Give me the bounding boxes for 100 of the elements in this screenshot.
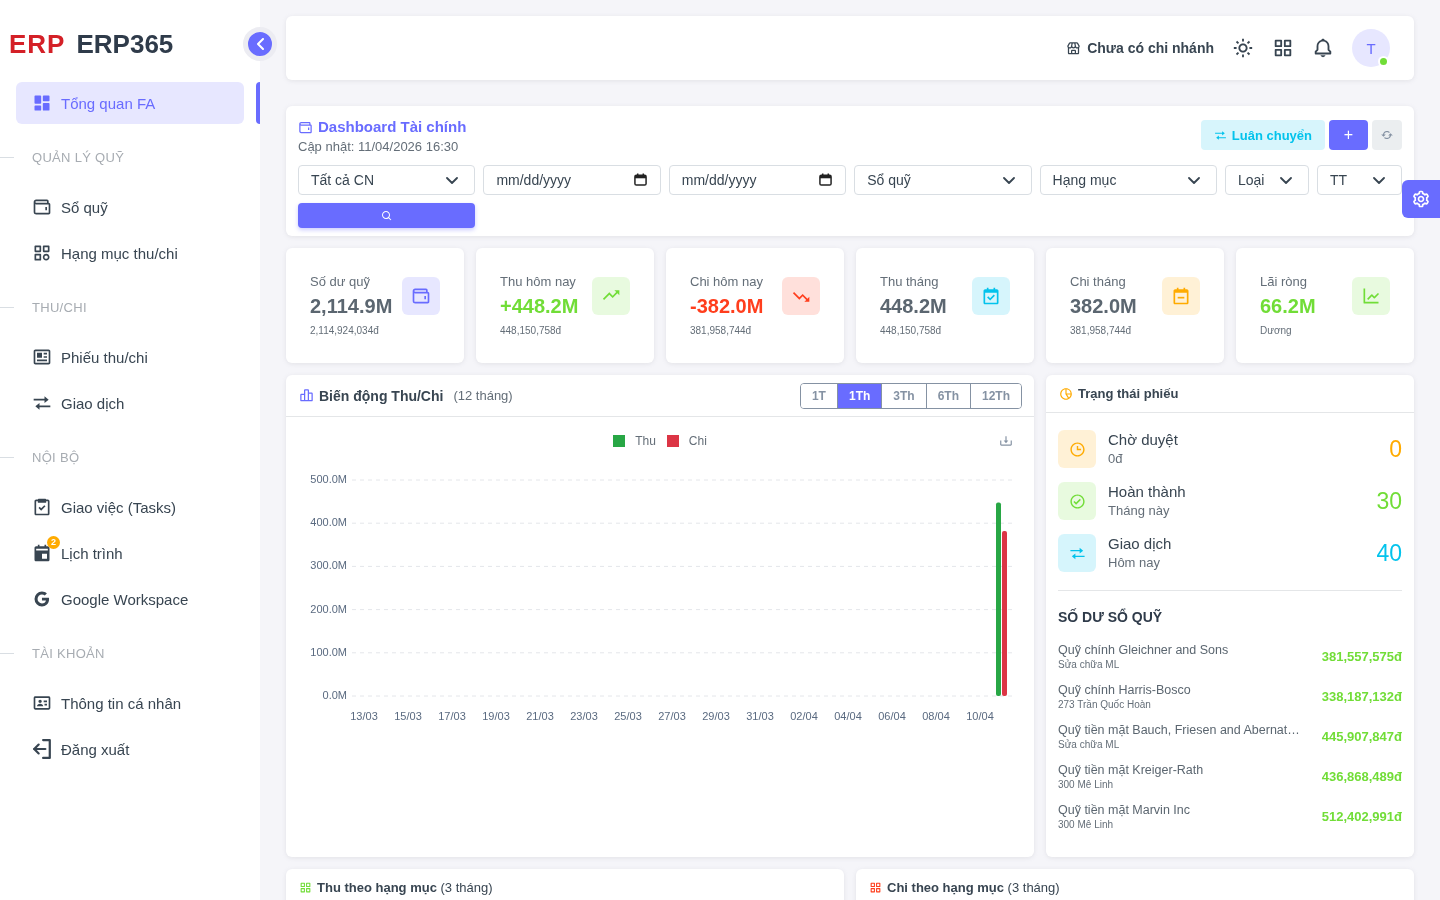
stat-value: 2,114.9M <box>310 294 393 319</box>
grid-icon[interactable] <box>1272 37 1294 59</box>
page-title: Dashboard Tài chính <box>318 118 467 136</box>
section-title: TÀI KHOẢN <box>32 645 105 661</box>
status-label: Chờ duyệt <box>1108 430 1178 450</box>
nav-item[interactable]: Thông tin cá nhân <box>16 682 244 724</box>
axis-label: 19/03 <box>482 709 510 722</box>
branch-selector[interactable]: Chưa có chi nhánh <box>1066 40 1214 56</box>
status-detail: Hôm nay <box>1108 554 1162 572</box>
axis-label: 08/04 <box>922 709 950 722</box>
axis-label: 0.0M <box>322 688 347 701</box>
brand-name: ERP365 <box>76 31 174 57</box>
fund-name: Quỹ tiền mặt Marvin Inc <box>1058 802 1190 818</box>
stat-detail: 2,114,924,034đ <box>310 324 380 338</box>
filter-select[interactable]: Hạng mục <box>1039 165 1217 195</box>
chevron-left-icon <box>256 38 264 50</box>
status-label: Hoàn thành <box>1108 482 1186 502</box>
active-indicator <box>256 82 260 124</box>
g-logo-icon <box>32 589 52 609</box>
card-title: Thu theo hạng mục (3 tháng) <box>317 881 493 895</box>
status-detail: Tháng này <box>1108 502 1171 520</box>
calendar-icon[interactable] <box>633 173 647 186</box>
category-icon <box>32 243 52 263</box>
fund-name: Quỹ chính Gleichner and Sons <box>1058 642 1229 658</box>
axis-label: 27/03 <box>658 709 686 722</box>
legend-label: Thu <box>635 434 656 448</box>
stat-value: 66.2M <box>1260 294 1316 319</box>
fund-note: Sửa chữa ML <box>1058 658 1121 671</box>
stat-detail: 381,958,744đ <box>690 324 753 338</box>
stat-label: Số dư quỹ <box>310 274 372 290</box>
search-icon <box>380 209 393 222</box>
range-tab[interactable]: 1Th <box>836 383 882 408</box>
collapse-button[interactable] <box>243 27 277 61</box>
axis-label: 13/03 <box>350 709 378 722</box>
refresh-icon <box>1380 128 1394 142</box>
settings-button[interactable] <box>1402 180 1440 218</box>
calendar-icon <box>32 543 52 563</box>
filter-select[interactable]: Tất cả CN <box>298 165 476 195</box>
chart-title: Biến động Thu/Chi <box>319 387 444 404</box>
fund-name: Quỹ tiền mặt Bauch, Friesen and Abernat… <box>1058 722 1300 738</box>
status-count: 30 <box>1376 487 1402 515</box>
status-detail: 0đ <box>1108 450 1124 468</box>
stat-value: +448.2M <box>500 294 579 319</box>
filter-select[interactable]: Sổ quỹ <box>854 165 1032 195</box>
download-icon[interactable] <box>999 434 1013 448</box>
nav-item[interactable]: Hạng mục thu/chi <box>16 232 244 274</box>
axis-label: 31/03 <box>746 709 774 722</box>
fund-note: 300 Mê Linh <box>1058 778 1115 791</box>
stat-detail: Dương <box>1260 324 1293 338</box>
chart-period: (12 tháng) <box>453 388 513 403</box>
chevron-down-icon <box>1280 176 1292 184</box>
fund-note: 300 Mê Linh <box>1058 818 1115 831</box>
nav-item[interactable]: Giao việc (Tasks) <box>16 486 244 528</box>
axis-label: 300.0M <box>310 559 347 572</box>
fund-balance: 381,557,575đ <box>1321 649 1402 664</box>
nav-item[interactable]: Giao dịch <box>16 382 244 424</box>
card-title: Chi theo hạng mục (3 tháng) <box>887 881 1060 895</box>
nav-item[interactable]: Phiếu thu/chi <box>16 336 244 378</box>
date-input[interactable]: mm/dd/yyyy <box>668 165 847 195</box>
document-icon <box>32 347 52 367</box>
clipboard-check-icon <box>32 497 52 517</box>
date-input[interactable]: mm/dd/yyyy <box>483 165 661 195</box>
stat-detail: 381,958,744đ <box>1070 324 1133 338</box>
legend-label: Chi <box>688 434 707 448</box>
dashboard-icon <box>32 93 52 113</box>
fund-balance: 512,402,991đ <box>1321 809 1402 824</box>
nav-item[interactable]: Đăng xuất <box>16 728 244 770</box>
nav-item[interactable]: 2 Lịch trình <box>16 532 244 574</box>
bell-icon[interactable] <box>1312 37 1334 59</box>
axis-label: 10/04 <box>966 709 994 722</box>
stat-label: Thu tháng <box>880 274 940 290</box>
section-title: SỐ DƯ SỔ QUỸ <box>1058 609 1164 625</box>
fund-balance: 445,907,847đ <box>1321 729 1402 744</box>
wallet-icon <box>298 119 313 135</box>
sun-icon[interactable] <box>1232 37 1254 59</box>
pie-chart-icon <box>1059 386 1073 401</box>
nav-item[interactable]: Google Workspace <box>16 578 244 620</box>
axis-label: 23/03 <box>570 709 598 722</box>
count-badge: 2 <box>47 536 60 549</box>
stat-detail: 448,150,758đ <box>500 324 563 338</box>
logout-icon <box>32 739 52 759</box>
fund-name: Quỹ chính Harris-Bosco <box>1058 682 1191 698</box>
axis-label: 25/03 <box>614 709 642 722</box>
section-title: THU/CHI <box>32 299 87 315</box>
store-icon <box>1066 40 1082 56</box>
filter-select[interactable]: TT <box>1317 165 1402 195</box>
stat-label: Chi hôm nay <box>690 274 764 290</box>
stat-value: 448.2M <box>880 294 947 319</box>
add-button[interactable]: + <box>1329 120 1368 150</box>
axis-label: 400.0M <box>310 516 347 529</box>
axis-label: 200.0M <box>310 602 347 615</box>
gear-icon <box>1411 189 1431 209</box>
stat-value: 382.0M <box>1070 294 1137 319</box>
nav-item[interactable]: Sổ quỹ <box>16 186 244 228</box>
calendar-icon[interactable] <box>819 173 833 186</box>
chevron-down-icon <box>1002 176 1015 184</box>
id-card-icon <box>32 693 52 713</box>
filter-select[interactable]: Loại <box>1225 165 1309 195</box>
panel-title: Trạng thái phiếu <box>1078 386 1179 401</box>
section-title: NỘI BỘ <box>32 449 80 465</box>
